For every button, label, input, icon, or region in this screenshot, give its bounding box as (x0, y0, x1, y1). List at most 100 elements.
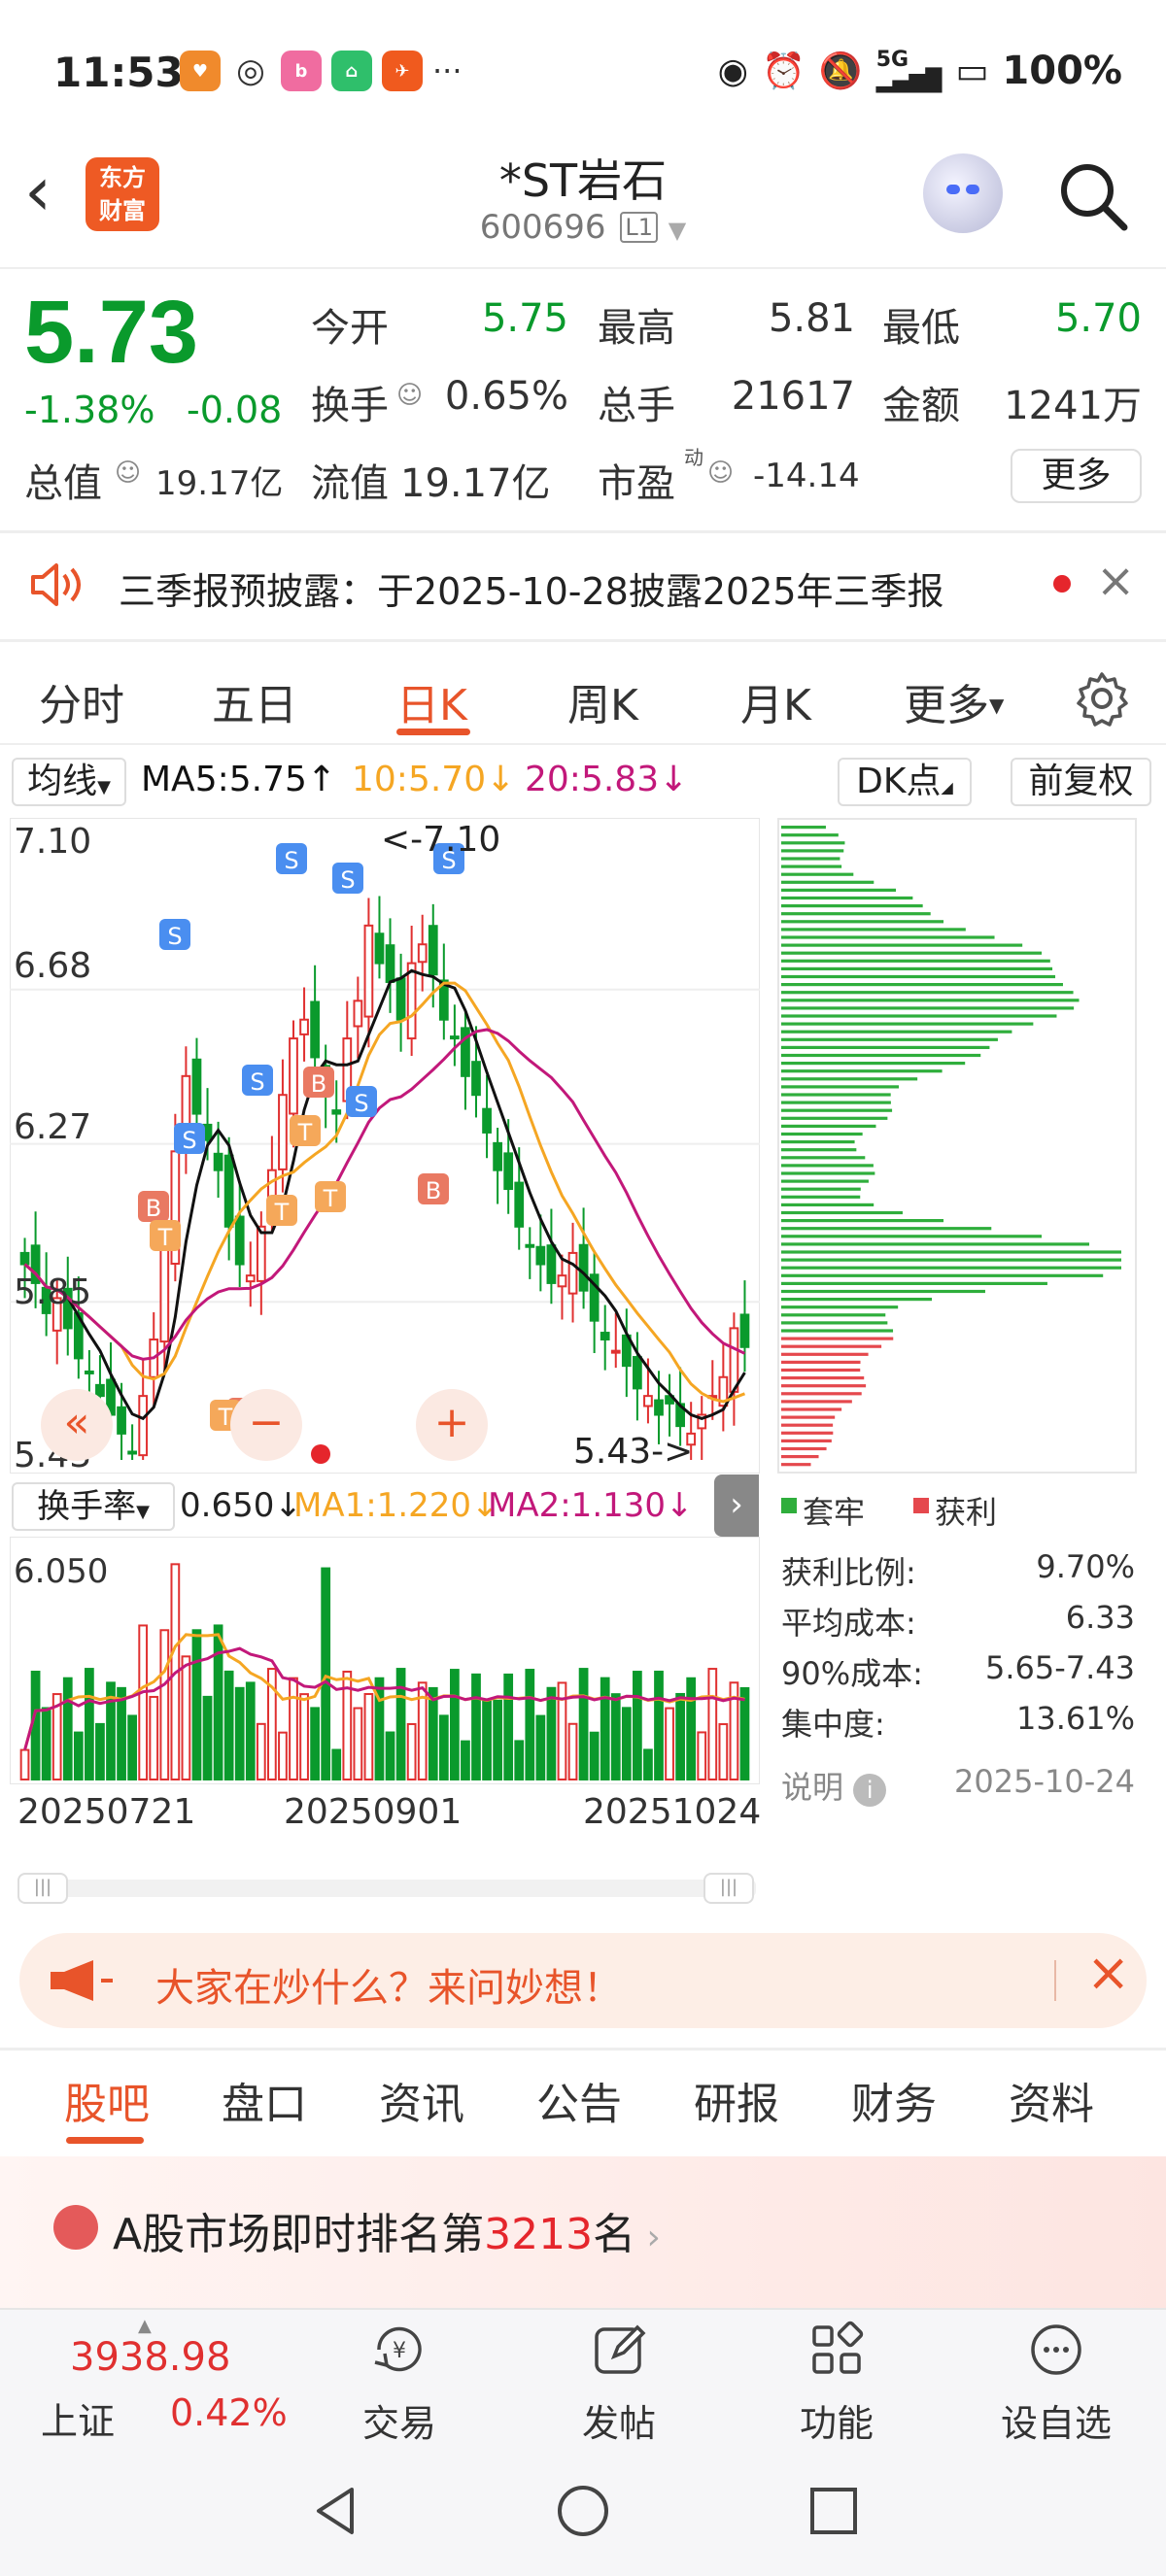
app-icon: ✈ (382, 51, 423, 91)
tab-five-day[interactable]: 五日 (212, 670, 297, 732)
tab-weekly-k[interactable]: 周K (567, 670, 638, 732)
expand-panel-arrow[interactable]: › (714, 1474, 759, 1537)
nav-functions[interactable]: 功能 (764, 2320, 909, 2447)
cost-90-label: 90%成本: (781, 1655, 923, 1692)
turnover-label: 换手 (311, 384, 389, 428)
index-value[interactable]: 3938.98 (70, 2335, 230, 2380)
ma5-readout: MA5:5.75↑ (141, 760, 337, 799)
ask-banner-text: 大家在炒什么？来问妙想！ (155, 1966, 622, 2011)
tab-guba[interactable]: 股吧 (64, 2069, 150, 2131)
chip-distribution-chart (777, 818, 1137, 1474)
date-label-start: 20250721 (17, 1792, 196, 1832)
tab-pankou[interactable]: 盘口 (222, 2069, 307, 2131)
settings-gear-icon[interactable] (1074, 670, 1130, 727)
content-tabs: 股吧 盘口 资讯 公告 研报 财务 资料 (0, 2069, 1166, 2152)
tab-intraday[interactable]: 分时 (39, 670, 124, 732)
dk-point-button[interactable]: DK点◢ (838, 758, 972, 806)
more-notifications-icon: ··· (432, 52, 463, 89)
notice-bar[interactable]: 三季报预披露：于2025-10-28披露2025年三季报 (0, 532, 1166, 637)
robot-assistant-icon[interactable] (923, 153, 1003, 233)
close-icon[interactable]: × (1096, 558, 1135, 604)
home-circle-icon[interactable] (556, 2484, 610, 2538)
change-percent: -1.38% (24, 389, 155, 431)
svg-text:S: S (284, 847, 298, 874)
pe-label: 市盈 (598, 461, 675, 506)
chart-scrollbar[interactable] (17, 1880, 756, 1897)
legend-trapped-swatch (781, 1498, 797, 1513)
profit-ratio-value: 9.70% (1036, 1548, 1135, 1585)
nav-trade[interactable]: ¥ 交易 (326, 2320, 472, 2447)
open-label: 今开 (311, 306, 389, 351)
zoom-out-button[interactable]: − (230, 1389, 302, 1461)
ma-select-dropdown[interactable]: 均线▼ (12, 758, 126, 806)
scroll-left-button[interactable]: « (41, 1389, 113, 1461)
search-icon[interactable] (1054, 157, 1132, 235)
nav-post[interactable]: 发帖 (546, 2320, 692, 2447)
tab-news[interactable]: 资讯 (379, 2069, 464, 2131)
high-label: 最高 (598, 306, 675, 351)
profit-ratio-label: 获利比例: (781, 1554, 916, 1591)
stock-code: 600696 (479, 208, 606, 247)
stock-detail-page: 11:53 ♥ ◎ b ⌂ ✈ ··· ◉ ⏰ 🔕 5G ▂▄▆█ ▭ 100% … (0, 0, 1166, 2576)
tab-profile[interactable]: 资料 (1009, 2069, 1094, 2131)
info-icon[interactable]: ☺ (115, 458, 141, 488)
avg-cost-label: 平均成本: (781, 1605, 916, 1642)
tab-announcements[interactable]: 公告 (536, 2069, 622, 2131)
ma10-readout: 10:5.70↓ (352, 760, 516, 799)
info-icon[interactable]: ☺ (707, 458, 734, 488)
grid-apps-icon (812, 2321, 864, 2374)
market-cap-value: 19.17亿 (155, 464, 284, 503)
turnover-chart[interactable] (10, 1537, 760, 1784)
tab-monthly-k[interactable]: 月K (740, 670, 811, 732)
svg-text:S: S (340, 866, 355, 894)
float-cap-label: 流值 (311, 461, 389, 506)
market-rank-card[interactable]: A股市场即时排名第3213名 › (0, 2156, 1166, 2312)
date-label-mid: 20250901 (284, 1792, 463, 1832)
recents-square-icon[interactable] (806, 2484, 861, 2538)
more-quote-button[interactable]: 更多 (1011, 449, 1142, 503)
price-axis-label: 7.10 (14, 822, 92, 862)
svg-text:S: S (182, 1127, 196, 1154)
expand-up-icon[interactable]: ▲ (138, 2316, 152, 2336)
info-icon[interactable]: ☺ (396, 381, 423, 410)
active-tab-indicator (396, 729, 470, 735)
tab-research[interactable]: 研报 (694, 2069, 779, 2131)
svg-text:T: T (297, 1119, 313, 1146)
close-icon[interactable]: × (1086, 1947, 1130, 1999)
explain-link[interactable]: 说明 i (781, 1763, 887, 1808)
system-navigation-bar (0, 2449, 1166, 2576)
market-cap-label: 总值 (24, 461, 102, 506)
back-triangle-icon[interactable] (309, 2484, 363, 2538)
index-change[interactable]: 0.42% (170, 2391, 288, 2434)
min-price-marker: 5.43-> (573, 1432, 694, 1472)
scroll-handle-left[interactable]: ||| (17, 1873, 68, 1904)
adjust-button[interactable]: 前复权 (1011, 758, 1151, 806)
yuan-exchange-icon: ¥ (374, 2326, 422, 2372)
change-amount: -0.08 (187, 389, 283, 431)
indicator-select-dropdown[interactable]: 换手率▼ (12, 1482, 175, 1531)
svg-text:¥: ¥ (393, 2339, 406, 2363)
turnover-axis-max: 6.050 (14, 1552, 109, 1591)
scroll-handle-right[interactable]: ||| (703, 1873, 754, 1904)
turnover-readout: 0.650↓ (180, 1486, 302, 1525)
concentration-label: 集中度: (781, 1706, 885, 1743)
amount-label: 金额 (882, 384, 960, 428)
bilibili-icon: b (281, 51, 322, 91)
speaker-icon (31, 563, 81, 606)
tab-daily-k[interactable]: 日K (396, 670, 467, 732)
svg-text:B: B (146, 1195, 161, 1222)
svg-text:T: T (323, 1185, 338, 1212)
open-value: 5.75 (481, 296, 568, 341)
max-price-marker: <-7.10 (381, 820, 501, 860)
alarm-icon: ⏰ (762, 51, 806, 91)
tab-finance[interactable]: 财务 (851, 2069, 937, 2131)
tab-more[interactable]: 更多▼ (904, 670, 1004, 732)
svg-text:S: S (354, 1090, 368, 1117)
index-name[interactable]: 上证 (41, 2391, 115, 2445)
mute-icon: 🔕 (818, 51, 863, 91)
nav-add-watchlist[interactable]: 设自选 (983, 2320, 1129, 2447)
cost-90-value: 5.65-7.43 (984, 1649, 1135, 1686)
zoom-in-button[interactable]: + (416, 1389, 488, 1461)
candlestick-chart[interactable]: SSSSSSSBBBBTTTTT (10, 818, 760, 1474)
ask-banner[interactable]: 大家在炒什么？来问妙想！ × (19, 1933, 1147, 2028)
